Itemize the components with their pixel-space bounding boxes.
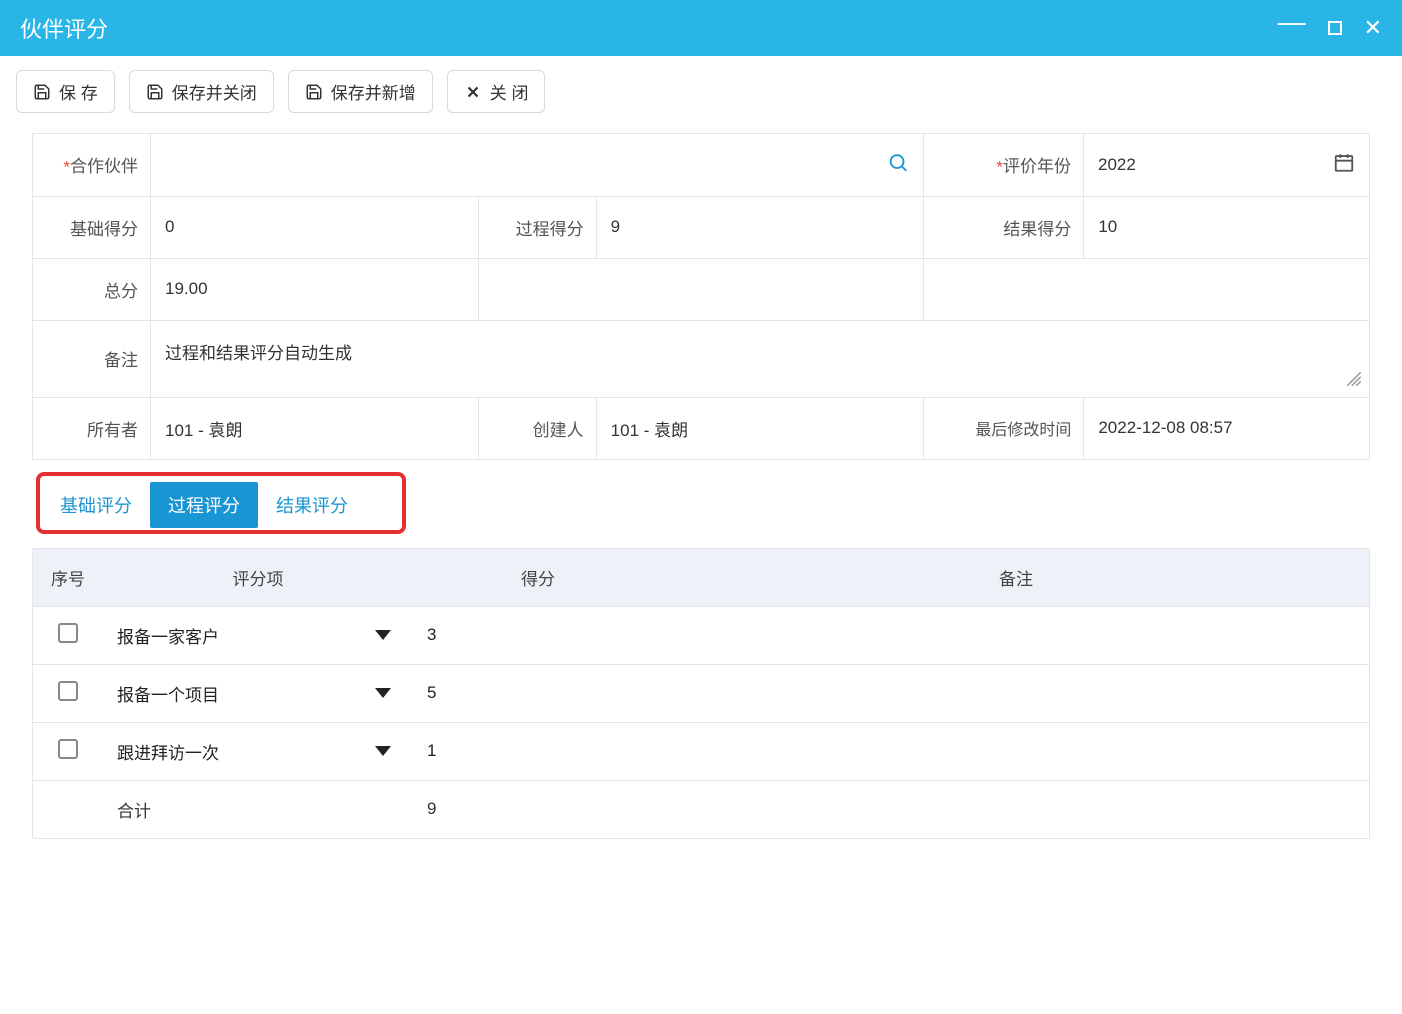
close-label: 关 闭: [490, 79, 529, 104]
table-row: 报备一家客户 3: [33, 607, 1369, 665]
table-row: 报备一个项目 5: [33, 665, 1369, 723]
maximize-icon[interactable]: [1328, 21, 1342, 35]
total-value: 19.00: [151, 259, 478, 320]
close-icon: [464, 83, 482, 101]
item-dropdown[interactable]: 报备一个项目: [103, 665, 413, 722]
row-remark: 备注 过程和结果评分自动生成: [33, 321, 1369, 398]
note-cell[interactable]: [663, 619, 1369, 651]
item-dropdown[interactable]: 报备一家客户: [103, 607, 413, 664]
score-cell[interactable]: 3: [413, 609, 663, 661]
table-header: 序号 评分项 得分 备注: [33, 549, 1369, 607]
item-dropdown[interactable]: 跟进拜访一次: [103, 723, 413, 780]
note-cell[interactable]: [663, 735, 1369, 767]
chevron-down-icon: [375, 746, 391, 756]
save-close-label: 保存并关闭: [172, 79, 257, 104]
process-score-value: 9: [597, 197, 924, 258]
modtime-label: 最后修改时间: [924, 398, 1084, 459]
row-checkbox[interactable]: [33, 607, 103, 664]
total-label: 总分: [33, 259, 151, 320]
save-button[interactable]: 保 存: [16, 70, 115, 113]
form-area: *合作伙伴 *评价年份 2022 基: [0, 133, 1402, 839]
window-controls: — ✕: [1278, 17, 1382, 39]
note-cell[interactable]: [663, 677, 1369, 709]
toolbar: 保 存 保存并关闭 保存并新增 关 闭: [0, 56, 1402, 133]
window-title: 伙伴评分: [20, 12, 108, 44]
year-input[interactable]: 2022: [1084, 134, 1369, 196]
row-scores: 基础得分 0 过程得分 9 结果得分 10: [33, 197, 1369, 259]
footer-label: 合计: [103, 781, 413, 838]
save-new-button[interactable]: 保存并新增: [288, 70, 433, 113]
save-icon: [305, 83, 323, 101]
titlebar: 伙伴评分 — ✕: [0, 0, 1402, 56]
col-no: 序号: [33, 549, 103, 606]
result-score-label: 结果得分: [924, 197, 1084, 258]
score-table: 序号 评分项 得分 备注 报备一家客户 3 报备一个项目 5: [32, 548, 1370, 839]
save-icon: [146, 83, 164, 101]
form-grid: *合作伙伴 *评价年份 2022 基: [32, 133, 1370, 460]
partner-label: *合作伙伴: [33, 134, 151, 196]
item-value: 报备一家客户: [117, 623, 219, 648]
remark-label: 备注: [33, 321, 151, 397]
owner-label: 所有者: [33, 398, 151, 459]
col-score: 得分: [413, 549, 663, 606]
tabs: 基础评分 过程评分 结果评分: [32, 476, 1370, 534]
tabs-area: 基础评分 过程评分 结果评分: [32, 470, 1370, 548]
owner-value: 101 - 袁朗: [151, 398, 478, 459]
modtime-value: 2022-12-08 08:57: [1084, 398, 1369, 459]
partner-field[interactable]: [165, 155, 909, 175]
base-score-label: 基础得分: [33, 197, 151, 258]
process-score-label: 过程得分: [479, 197, 597, 258]
base-score-value: 0: [151, 197, 478, 258]
item-value: 报备一个项目: [117, 681, 219, 706]
row-checkbox[interactable]: [33, 723, 103, 780]
table-body: 报备一家客户 3 报备一个项目 5 跟进拜访一次: [33, 607, 1369, 838]
year-value: 2022: [1098, 155, 1136, 175]
remark-input[interactable]: 过程和结果评分自动生成: [151, 321, 1369, 397]
row-partner-year: *合作伙伴 *评价年份 2022: [33, 134, 1369, 197]
score-cell[interactable]: 5: [413, 667, 663, 719]
close-button[interactable]: 关 闭: [447, 70, 546, 113]
partner-input[interactable]: [151, 134, 923, 196]
score-cell[interactable]: 1: [413, 725, 663, 777]
table-row: 跟进拜访一次 1: [33, 723, 1369, 781]
save-label: 保 存: [59, 79, 98, 104]
creator-label: 创建人: [479, 398, 597, 459]
calendar-icon[interactable]: [1333, 151, 1355, 178]
row-meta: 所有者 101 - 袁朗 创建人 101 - 袁朗 最后修改时间 2022-12…: [33, 398, 1369, 459]
footer-total: 9: [413, 783, 663, 835]
tab-base-score[interactable]: 基础评分: [42, 482, 150, 528]
chevron-down-icon: [375, 630, 391, 640]
close-icon[interactable]: ✕: [1364, 17, 1382, 39]
tab-result-score[interactable]: 结果评分: [258, 482, 366, 528]
chevron-down-icon: [375, 688, 391, 698]
save-icon: [33, 83, 51, 101]
result-score-value: 10: [1084, 197, 1369, 258]
year-label: *评价年份: [924, 134, 1084, 196]
tab-process-score[interactable]: 过程评分: [150, 482, 258, 528]
save-new-label: 保存并新增: [331, 79, 416, 104]
item-value: 跟进拜访一次: [117, 739, 219, 764]
search-icon[interactable]: [887, 151, 909, 178]
creator-value: 101 - 袁朗: [597, 398, 924, 459]
resize-handle-icon[interactable]: [1345, 370, 1363, 393]
table-footer: 合计 9: [33, 781, 1369, 838]
remark-value: 过程和结果评分自动生成: [165, 339, 352, 364]
save-close-button[interactable]: 保存并关闭: [129, 70, 274, 113]
row-total: 总分 19.00 . .: [33, 259, 1369, 321]
row-checkbox[interactable]: [33, 665, 103, 722]
col-note: 备注: [663, 549, 1369, 606]
col-item: 评分项: [103, 549, 413, 606]
